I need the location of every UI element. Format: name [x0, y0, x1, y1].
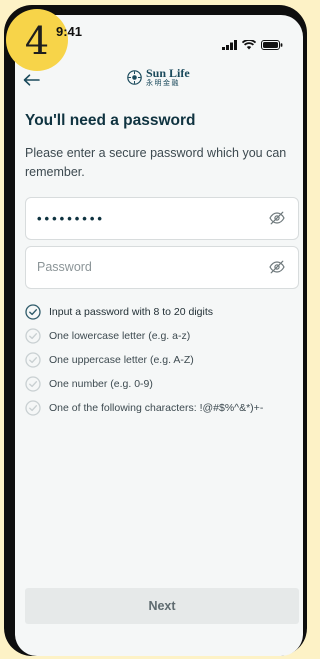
confirm-password-input[interactable]: Password [25, 246, 299, 289]
brand-name: Sun Life [146, 66, 190, 80]
check-circle-icon [25, 376, 41, 392]
brand-logo: Sun Life 永明金融 [127, 67, 190, 87]
check-circle-icon [25, 352, 41, 368]
requirement-number: One number (e.g. 0-9) [25, 372, 299, 396]
wifi-icon [242, 40, 256, 50]
brand-chinese-name: 永明金融 [146, 80, 180, 87]
requirement-label: One lowercase letter (e.g. a-z) [49, 330, 191, 342]
check-circle-icon [25, 304, 41, 320]
password-requirements: Input a password with 8 to 20 digits One… [25, 300, 299, 420]
eye-off-icon [269, 211, 285, 225]
password-input[interactable]: ••••••••• [25, 197, 299, 240]
battery-icon [261, 40, 283, 50]
requirement-special-character: One of the following characters: !@#$%^&… [25, 396, 299, 420]
arrow-left-icon [23, 74, 40, 86]
back-button[interactable] [23, 71, 40, 89]
page-subtitle: Please enter a secure password which you… [25, 146, 287, 179]
requirement-label: One uppercase letter (e.g. A-Z) [49, 354, 194, 366]
phone-frame: Sun Life 永明金融 You'll need a password Ple… [4, 5, 307, 656]
status-icons [222, 40, 283, 50]
requirement-label: One of the following characters: !@#$%^&… [49, 402, 264, 414]
app-screen: Sun Life 永明金融 You'll need a password Ple… [15, 15, 303, 656]
requirement-label: One number (e.g. 0-9) [49, 378, 153, 390]
step-badge: 4 [6, 9, 68, 71]
page-title: You'll need a password [25, 112, 196, 129]
requirement-lowercase: One lowercase letter (e.g. a-z) [25, 324, 299, 348]
requirement-length: Input a password with 8 to 20 digits [25, 300, 299, 324]
eye-off-icon [269, 260, 285, 274]
sun-logo-icon [127, 69, 142, 85]
requirement-label: Input a password with 8 to 20 digits [49, 306, 214, 318]
signal-icon [222, 40, 237, 50]
step-number: 4 [24, 19, 50, 63]
requirement-uppercase: One uppercase letter (e.g. A-Z) [25, 348, 299, 372]
status-time: 9:41 [56, 24, 83, 39]
check-circle-icon [25, 328, 41, 344]
check-circle-icon [25, 400, 41, 416]
toggle-visibility-button[interactable] [269, 260, 285, 279]
password-value: ••••••••• [37, 211, 105, 226]
toggle-visibility-button[interactable] [269, 211, 285, 230]
confirm-password-placeholder: Password [37, 260, 92, 274]
next-button[interactable]: Next [25, 588, 299, 624]
